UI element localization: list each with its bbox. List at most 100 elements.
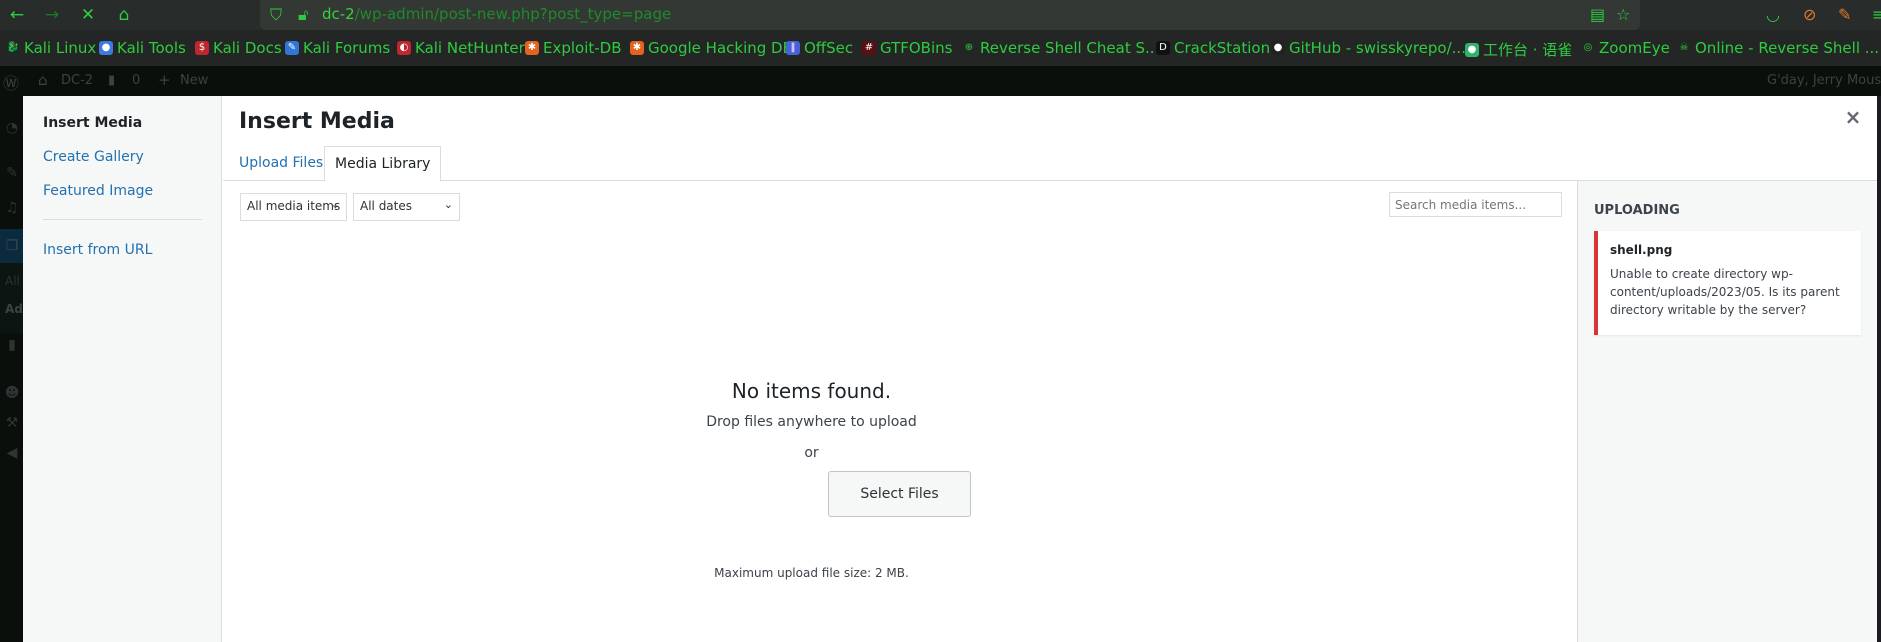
extension-blocked-icon[interactable]: ⊘ bbox=[1803, 4, 1816, 26]
media-date-filter[interactable]: All dates ⌄ bbox=[353, 193, 460, 221]
bookmark-label: GTFOBins bbox=[880, 39, 953, 57]
bookmark-label: Google Hacking DB bbox=[648, 39, 793, 57]
menu-featured-image[interactable]: Featured Image bbox=[43, 183, 153, 199]
bookmark-star-icon[interactable]: ☆ bbox=[1616, 4, 1630, 26]
bookmark-item[interactable]: $ Kali Docs bbox=[195, 39, 282, 57]
url-path: /wp-admin/post-new.php?post_type=page bbox=[354, 5, 672, 23]
home-icon[interactable]: ⌂ bbox=[112, 3, 136, 27]
bookmark-item[interactable]: # GTFOBins bbox=[862, 39, 952, 57]
bookmark-item[interactable]: ● GitHub - swisskyrepo/... bbox=[1271, 39, 1466, 57]
tab-media-library[interactable]: Media Library bbox=[324, 146, 442, 182]
extension-icon[interactable]: ✎ bbox=[1838, 4, 1851, 26]
gtfobins-icon: # bbox=[862, 41, 876, 55]
media-type-filter[interactable]: All media items ⌄ bbox=[240, 193, 347, 221]
skull-icon: ☠ bbox=[1679, 42, 1689, 53]
upload-error-message: Unable to create directory wp-content/up… bbox=[1610, 267, 1840, 317]
pocket-icon[interactable]: ◡ bbox=[1766, 4, 1780, 26]
bookmark-item[interactable]: D CrackStation bbox=[1156, 39, 1270, 57]
site-name-link[interactable]: DC-2 bbox=[61, 73, 93, 88]
bookmark-label: Kali NetHunter bbox=[415, 39, 525, 57]
shield-icon[interactable]: ⛉ bbox=[270, 4, 282, 26]
media-frame-menu: Insert Media Create Gallery Featured Ima… bbox=[23, 96, 222, 642]
bookmark-item[interactable]: ✱ Exploit-DB bbox=[525, 39, 622, 57]
media-icon[interactable]: ♫ bbox=[3, 199, 21, 217]
exploit-db-bug-icon: ✱ bbox=[525, 41, 539, 55]
bookmark-item[interactable]: 🐉 Kali Linux bbox=[6, 39, 96, 57]
or-text: or bbox=[804, 445, 819, 461]
bookmark-label: Online - Reverse Shell ... bbox=[1695, 39, 1880, 57]
url-text[interactable]: dc-2/wp-admin/post-new.php?post_type=pag… bbox=[322, 5, 671, 23]
insert-media-modal: Insert Media Create Gallery Featured Ima… bbox=[23, 96, 1877, 642]
bookmark-item[interactable]: ● 工作台 · 语雀 bbox=[1465, 39, 1572, 60]
submenu-all-pages[interactable]: All bbox=[5, 274, 23, 288]
select-files-button[interactable]: Select Files bbox=[828, 471, 971, 517]
bookmark-label: ZoomEye bbox=[1599, 39, 1670, 57]
menu-icon[interactable]: ≡ bbox=[1872, 4, 1881, 26]
bookmark-item[interactable]: ✎ Kali Forums bbox=[285, 39, 390, 57]
menu-create-gallery[interactable]: Create Gallery bbox=[43, 149, 144, 165]
crackstation-icon: D bbox=[1156, 41, 1170, 55]
max-upload-size-text: Maximum upload file size: 2 MB. bbox=[714, 566, 909, 580]
reader-view-icon[interactable]: ▤ bbox=[1590, 4, 1605, 26]
collapse-menu-icon[interactable]: ◀ bbox=[3, 444, 21, 462]
chevron-down-icon: ⌄ bbox=[330, 198, 340, 211]
bookmark-label: Kali Forums bbox=[303, 39, 391, 57]
bookmark-item[interactable]: ⊕ Reverse Shell Cheat S... bbox=[962, 39, 1160, 57]
bookmark-item[interactable]: ✱ Google Hacking DB bbox=[630, 39, 793, 57]
modal-title: Insert Media bbox=[239, 109, 395, 134]
home-icon[interactable]: ⌂ bbox=[38, 71, 48, 89]
bookmark-item[interactable]: ‖ OffSec bbox=[786, 39, 853, 57]
plus-icon[interactable]: + bbox=[158, 71, 171, 89]
upload-error-notice: shell.png Unable to create directory wp-… bbox=[1594, 231, 1861, 335]
media-router-tabs: Upload Files Media Library bbox=[223, 146, 1877, 182]
uploading-sidebar: UPLOADING shell.png Unable to create dir… bbox=[1577, 181, 1877, 642]
tab-upload-files[interactable]: Upload Files bbox=[229, 146, 333, 181]
bookmark-item[interactable]: ☠ Online - Reverse Shell ... bbox=[1677, 39, 1880, 57]
tools-wrench-icon[interactable]: ⚒ bbox=[3, 414, 21, 432]
chevron-down-icon: ⌄ bbox=[443, 198, 453, 211]
bookmark-label: Exploit-DB bbox=[543, 39, 622, 57]
back-arrow-icon[interactable]: ← bbox=[5, 3, 29, 27]
pages-submenu: All Add bbox=[0, 263, 23, 333]
menu-insert-media[interactable]: Insert Media bbox=[43, 115, 142, 131]
stop-loading-icon[interactable]: ✕ bbox=[76, 3, 100, 27]
bookmark-label: Kali Tools bbox=[117, 39, 186, 57]
submenu-add-new[interactable]: Add bbox=[5, 302, 23, 316]
kali-forums-icon: ✎ bbox=[285, 41, 299, 55]
account-greeting[interactable]: G'day, Jerry Mouse bbox=[1767, 73, 1881, 88]
pages-menu-active[interactable]: ❐ bbox=[0, 229, 23, 263]
comments-count[interactable]: 0 bbox=[132, 73, 140, 88]
search-media-input[interactable] bbox=[1389, 192, 1562, 217]
comments-icon[interactable]: ▮ bbox=[108, 73, 115, 88]
offsec-icon: ‖ bbox=[786, 41, 800, 55]
bookmark-item[interactable]: ● Kali Tools bbox=[99, 39, 186, 57]
upload-filename: shell.png bbox=[1610, 243, 1673, 257]
new-link[interactable]: New bbox=[180, 73, 208, 88]
posts-pin-icon[interactable]: ✎ bbox=[3, 164, 21, 182]
bookmark-label: Reverse Shell Cheat S... bbox=[980, 39, 1160, 57]
menu-separator bbox=[43, 219, 202, 220]
media-date-selected: All dates bbox=[360, 199, 413, 213]
yuque-icon: ● bbox=[1465, 42, 1479, 57]
bookmark-label: Kali Linux bbox=[24, 39, 97, 57]
browser-toolbar: ← → ✕ ⌂ ⛉ 🔓︎ dc-2/wp-admin/post-new.php?… bbox=[0, 0, 1881, 30]
insecure-lock-icon[interactable]: 🔓︎ bbox=[298, 4, 308, 26]
kali-dragon-icon: 🐉 bbox=[6, 41, 20, 55]
forward-arrow-icon[interactable]: → bbox=[40, 3, 64, 27]
menu-insert-from-url[interactable]: Insert from URL bbox=[43, 242, 152, 258]
url-host: dc-2 bbox=[322, 5, 355, 23]
dashboard-icon[interactable]: ◔ bbox=[3, 119, 21, 137]
address-bar[interactable]: ⛉ 🔓︎ dc-2/wp-admin/post-new.php?post_typ… bbox=[260, 0, 1640, 30]
bookmark-label: OffSec bbox=[804, 39, 854, 57]
drop-files-text: Drop files anywhere to upload bbox=[706, 414, 917, 430]
no-items-heading: No items found. bbox=[731, 379, 892, 403]
close-icon[interactable]: × bbox=[1842, 106, 1864, 128]
bookmark-item[interactable]: ◐ Kali NetHunter bbox=[397, 39, 525, 57]
bookmark-item[interactable]: ◎ ZoomEye bbox=[1581, 39, 1670, 57]
bookmark-label: 工作台 · 语雀 bbox=[1483, 41, 1573, 59]
wordpress-logo-icon[interactable]: Ⓦ bbox=[3, 70, 19, 94]
kali-docs-icon: $ bbox=[195, 41, 209, 55]
users-icon[interactable]: ☻ bbox=[3, 384, 21, 402]
comments-icon[interactable]: ▮ bbox=[3, 336, 21, 354]
globe-icon: ⊕ bbox=[964, 42, 974, 53]
